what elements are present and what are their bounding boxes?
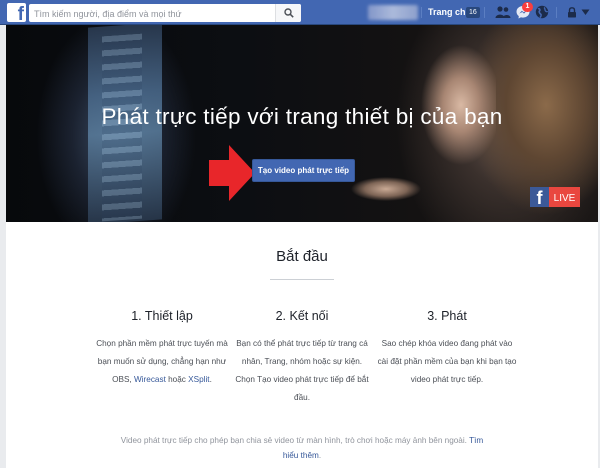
step-text: hoặc [168, 375, 186, 384]
footer-text: Video phát trực tiếp cho phép bạn chia s… [120, 436, 467, 445]
search-icon [284, 8, 294, 18]
get-started-section: Bắt đầu 1. Thiết lập Chọn phần mềm phát … [6, 222, 598, 468]
globe-icon[interactable] [535, 5, 549, 19]
lock-icon[interactable] [567, 7, 577, 18]
facebook-logo-letter: f [17, 4, 24, 25]
step-title: 1. Thiết lập [131, 309, 193, 323]
nav-divider [421, 7, 422, 18]
step-setup: 1. Thiết lập Chọn phần mềm phát trực tuy… [92, 309, 232, 389]
facebook-live-badge: f LIVE [530, 187, 580, 207]
step-text: . [209, 375, 212, 384]
red-arrow-icon [209, 145, 255, 201]
hero-title: Phát trực tiếp với trang thiết bị của bạ… [101, 104, 503, 129]
step-connect: 2. Kết nối Bạn có thể phát trực tiếp từ … [232, 309, 372, 407]
create-live-video-button[interactable]: Tạo video phát trực tiếp [252, 159, 355, 182]
wirecast-link[interactable]: Wirecast [134, 375, 166, 384]
hero-banner: Phát trực tiếp với trang thiết bị của bạ… [6, 25, 598, 222]
search-button[interactable] [275, 4, 301, 22]
xsplit-link[interactable]: XSplit [188, 375, 209, 384]
nav-divider [484, 7, 485, 18]
step-description: Chọn phần mềm phát trực tuyến mà bạn muố… [92, 335, 232, 389]
home-count-badge: 16 [466, 7, 480, 18]
facebook-logo[interactable]: f [7, 3, 26, 25]
messages-count-badge: 1 [522, 2, 533, 12]
search-input[interactable] [29, 5, 277, 22]
hero-person-hand [351, 175, 421, 203]
friend-requests-icon[interactable] [495, 5, 511, 19]
step-stream: 3. Phát Sao chép khóa video đang phát và… [377, 309, 517, 389]
footer-note: Video phát trực tiếp cho phép bạn chia s… [116, 433, 488, 463]
profile-link[interactable] [368, 5, 418, 20]
dropdown-icon[interactable] [581, 9, 590, 16]
live-badge-logo: f [537, 188, 544, 207]
search-box [29, 4, 301, 22]
top-navigation-bar: f Trang chủ 16 1 [0, 0, 600, 25]
step-description: Bạn có thể phát trực tiếp từ trang cá nh… [235, 339, 369, 402]
home-link[interactable]: Trang chủ [428, 7, 471, 17]
footer-end: . [318, 451, 322, 460]
step-description: Sao chép khóa video đang phát vào cài đặ… [377, 339, 517, 384]
step-title: 2. Kết nối [275, 309, 329, 323]
live-badge-label: LIVE [554, 193, 576, 204]
nav-divider [556, 7, 557, 18]
section-title: Bắt đầu [276, 248, 328, 265]
section-divider [270, 279, 334, 280]
step-title: 3. Phát [427, 309, 467, 323]
